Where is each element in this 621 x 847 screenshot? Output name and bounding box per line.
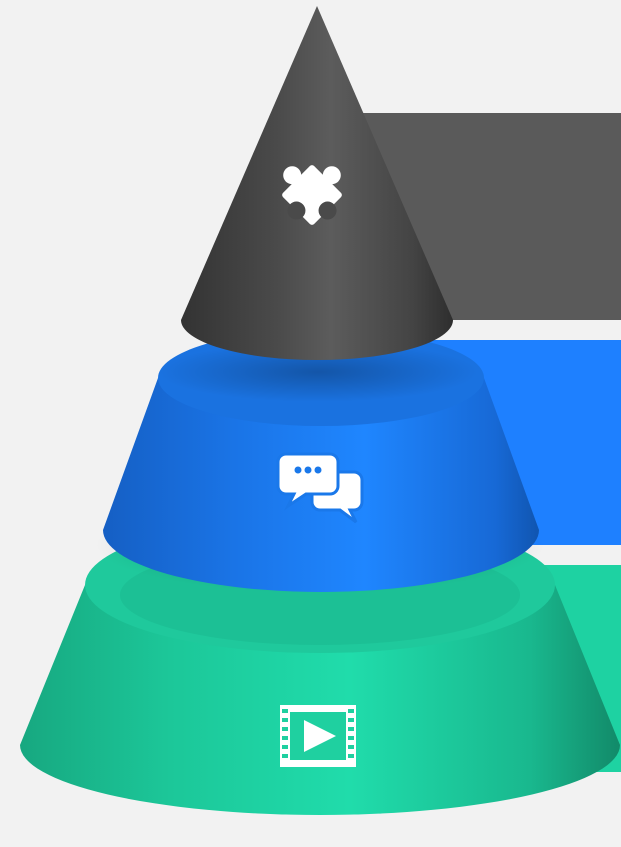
pyramid-diagram [0, 0, 621, 847]
cone-graphic [20, 6, 620, 815]
film-play-icon [280, 705, 356, 767]
